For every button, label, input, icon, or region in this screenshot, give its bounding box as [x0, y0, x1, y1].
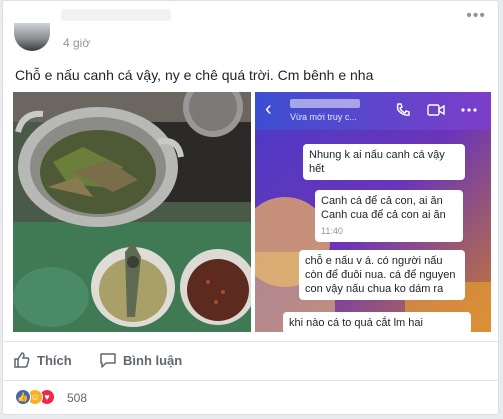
- comment-button[interactable]: Bình luận: [99, 351, 182, 369]
- message-line: còn để đuôi nua. cá để nguyen: [305, 269, 456, 281]
- chat-message: chỗ e nấu v á. có người nấu còn để đuôi …: [299, 250, 465, 300]
- reaction-count[interactable]: 508: [67, 391, 87, 405]
- back-arrow-icon[interactable]: ‹: [265, 98, 272, 121]
- avatar[interactable]: [14, 23, 50, 51]
- like-label: Thích: [37, 353, 72, 368]
- message-line: Canh cua để cả con ai ăn: [321, 209, 446, 221]
- phone-icon[interactable]: [395, 102, 411, 118]
- fish-soup-illustration: [13, 92, 251, 332]
- more-icon[interactable]: [460, 102, 478, 118]
- message-line: Nhung k ai nấu canh cá vậy: [309, 149, 445, 161]
- chat-header: ‹ Vừa mới truy c...: [255, 92, 491, 130]
- comment-icon: [100, 353, 116, 368]
- post-actions: Thích Bình luận: [3, 341, 498, 381]
- like-reaction-icon: 👍: [15, 389, 31, 405]
- author-name-redacted: [61, 9, 171, 21]
- post-text: Chỗ e nấu canh cá vậy, ny e chê quá trời…: [15, 67, 374, 83]
- video-call-icon[interactable]: [427, 102, 445, 118]
- chat-status: Vừa mới truy c...: [290, 112, 357, 122]
- message-line: chỗ e nấu v á. có người nấu: [305, 255, 443, 267]
- facebook-post: 4 giờ ••• Chỗ e nấu canh cá vậy, ny e ch…: [2, 0, 499, 415]
- fish-soup-photo[interactable]: [13, 92, 251, 332]
- chat-message: Canh cá để cả con, ai ăn Canh cua để cả …: [315, 190, 463, 242]
- like-button[interactable]: Thích: [13, 351, 72, 369]
- more-options-icon[interactable]: •••: [466, 7, 486, 25]
- message-line: khi nào cá to quá cắt lm hai: [289, 317, 423, 329]
- post-header: 4 giờ •••: [3, 1, 498, 53]
- post-timestamp[interactable]: 4 giờ: [63, 36, 90, 50]
- message-line: con vậy nấu chua ko dám ra: [305, 283, 444, 295]
- chat-screenshot[interactable]: ‹ Vừa mới truy c... Nhung k ai nấu canh …: [255, 92, 491, 332]
- chat-contact-redacted: [290, 99, 360, 108]
- thumbs-up-icon: [14, 352, 30, 368]
- message-line: hết: [309, 163, 325, 175]
- message-line: Canh cá để cả con, ai ăn: [321, 195, 443, 207]
- comment-label: Bình luận: [123, 353, 183, 368]
- chat-message: Nhung k ai nấu canh cá vậy hết: [303, 144, 465, 180]
- message-time: 11:40: [321, 226, 343, 236]
- chat-message: khi nào cá to quá cắt lm hai: [283, 312, 471, 332]
